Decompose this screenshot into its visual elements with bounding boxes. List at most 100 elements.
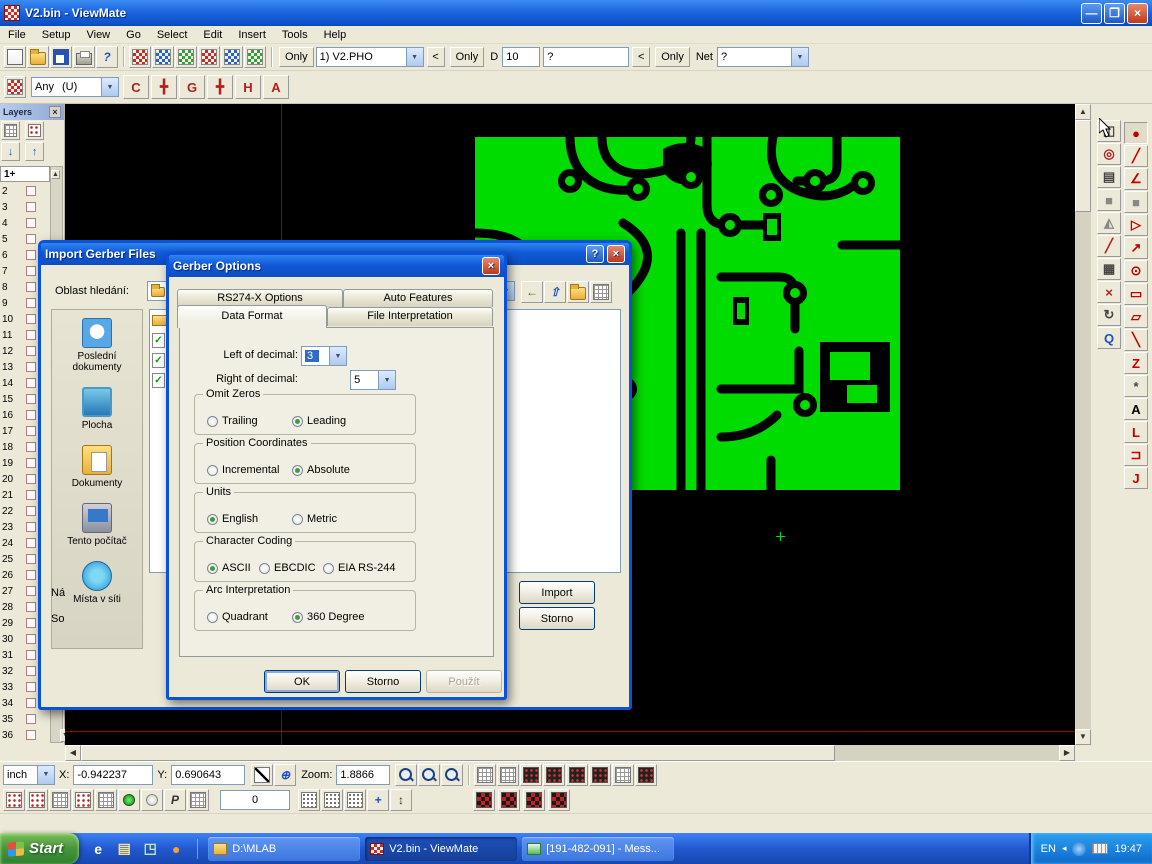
highlight-select-button[interactable]: H bbox=[235, 75, 261, 99]
new-document-icon[interactable] bbox=[4, 46, 26, 68]
taskbar-task[interactable]: [191-482-091] - Mess... bbox=[522, 837, 674, 861]
layer-swatch[interactable] bbox=[26, 346, 36, 356]
layer-row[interactable]: 35 bbox=[0, 711, 50, 727]
highlight-dcode-icon[interactable] bbox=[221, 46, 243, 68]
polygon-tool[interactable]: ▷ bbox=[1124, 214, 1148, 236]
status-green-icon[interactable] bbox=[118, 789, 140, 811]
table-tool[interactable]: ▤ bbox=[1097, 166, 1121, 188]
report-grid-icon[interactable] bbox=[635, 764, 657, 786]
layer-color-icon[interactable] bbox=[26, 789, 48, 811]
snap-grid-fine-icon[interactable] bbox=[321, 789, 343, 811]
layer-swatch[interactable] bbox=[26, 218, 36, 228]
blink-layer-4-icon[interactable] bbox=[548, 789, 570, 811]
zoom-point-icon[interactable] bbox=[418, 764, 440, 786]
unit-combo-arrow-icon[interactable]: ▼ bbox=[37, 766, 54, 784]
place-dokumenty[interactable]: Dokumenty bbox=[54, 445, 140, 489]
tray-app-icon[interactable] bbox=[1072, 842, 1086, 856]
browser-quicklaunch-icon[interactable]: ● bbox=[167, 840, 185, 858]
radio-eia-rs-244[interactable]: EIA RS-244 bbox=[323, 562, 395, 574]
hook-tool[interactable]: J bbox=[1124, 467, 1148, 489]
pad-table-icon[interactable] bbox=[566, 764, 588, 786]
tab-data-format[interactable]: Data Format bbox=[177, 305, 327, 328]
layer-swatch[interactable] bbox=[26, 314, 36, 324]
zoom-in-icon[interactable] bbox=[395, 764, 417, 786]
import-close-button[interactable]: × bbox=[607, 245, 625, 263]
blink-layer-3-icon[interactable] bbox=[523, 789, 545, 811]
dcode-flash-icon[interactable] bbox=[72, 789, 94, 811]
layer-prev-button[interactable]: < bbox=[427, 47, 445, 67]
vertical-scroll-thumb[interactable] bbox=[1075, 120, 1091, 212]
layer-swatch[interactable] bbox=[26, 282, 36, 292]
star-tool[interactable]: * bbox=[1124, 375, 1148, 397]
rotate-tool[interactable]: ↻ bbox=[1097, 304, 1121, 326]
new-folder-icon[interactable] bbox=[567, 281, 589, 303]
layer-row[interactable]: 2 bbox=[0, 183, 50, 199]
place-plocha[interactable]: Plocha bbox=[54, 387, 140, 431]
layers-table-button[interactable] bbox=[1, 121, 20, 140]
zoom-window-icon[interactable] bbox=[441, 764, 463, 786]
place-m-sta-v-s-ti[interactable]: Místa v síti bbox=[54, 561, 140, 605]
views-icon[interactable] bbox=[590, 281, 612, 303]
layer-down-button[interactable]: ↓ bbox=[1, 142, 20, 161]
draw-line-tool[interactable]: ╱ bbox=[1124, 145, 1148, 167]
horizontal-scrollbar[interactable]: ◀ ▶ bbox=[65, 745, 1075, 761]
layer-grid-icon[interactable] bbox=[612, 764, 634, 786]
dcode-table-icon[interactable] bbox=[474, 764, 496, 786]
only-layer-toggle[interactable]: Only bbox=[279, 47, 314, 67]
measure-icon[interactable] bbox=[244, 46, 266, 68]
layer-swatch[interactable] bbox=[26, 538, 36, 548]
menu-insert[interactable]: Insert bbox=[230, 27, 274, 43]
layer-visibility-icon[interactable] bbox=[3, 789, 25, 811]
film-icon[interactable] bbox=[49, 789, 71, 811]
context-help-icon[interactable]: ? bbox=[96, 46, 118, 68]
layer-swatch[interactable] bbox=[26, 730, 36, 740]
menu-help[interactable]: Help bbox=[316, 27, 355, 43]
layer-swatch[interactable] bbox=[26, 602, 36, 612]
layer-swatch[interactable] bbox=[26, 234, 36, 244]
tab-auto-features[interactable]: Auto Features bbox=[343, 289, 493, 307]
layer-swatch[interactable] bbox=[26, 634, 36, 644]
layer-swatch[interactable] bbox=[26, 266, 36, 276]
open-folder-icon[interactable] bbox=[27, 46, 49, 68]
query-tool[interactable]: Q bbox=[1097, 327, 1121, 349]
only-dcode-toggle[interactable]: Only bbox=[450, 47, 485, 67]
save-icon[interactable] bbox=[50, 46, 72, 68]
zigzag-tool[interactable]: Z bbox=[1124, 352, 1148, 374]
net-table-icon[interactable] bbox=[520, 764, 542, 786]
layer-swatch[interactable] bbox=[26, 714, 36, 724]
layer-swatch[interactable] bbox=[26, 410, 36, 420]
flash-pad-tool[interactable]: ● bbox=[1124, 122, 1148, 144]
layer-swatch[interactable] bbox=[26, 458, 36, 468]
aperture-select-button[interactable]: A bbox=[263, 75, 289, 99]
radio-english[interactable]: English bbox=[207, 513, 292, 525]
trace-mode-icon[interactable] bbox=[95, 789, 117, 811]
cancel-button[interactable]: Storno bbox=[345, 670, 421, 693]
close-button[interactable]: × bbox=[1127, 3, 1148, 24]
layer-table-icon[interactable] bbox=[175, 46, 197, 68]
radio-incremental[interactable]: Incremental bbox=[207, 464, 292, 476]
layer-swatch[interactable] bbox=[26, 490, 36, 500]
layer-swatch[interactable] bbox=[26, 330, 36, 340]
delete-tool[interactable]: × bbox=[1097, 281, 1121, 303]
menu-setup[interactable]: Setup bbox=[34, 27, 79, 43]
dcode-prev-button[interactable]: < bbox=[632, 47, 650, 67]
layer-swatch[interactable] bbox=[26, 506, 36, 516]
layer-swatch[interactable] bbox=[26, 618, 36, 628]
layer-up-button[interactable]: ↑ bbox=[25, 142, 44, 161]
layers-color-button[interactable] bbox=[25, 121, 44, 140]
circle-select-button[interactable]: C bbox=[123, 75, 149, 99]
center-select-button[interactable]: ╋ bbox=[207, 75, 233, 99]
target-tool[interactable]: ◎ bbox=[1097, 143, 1121, 165]
scroll-right-icon[interactable]: ▶ bbox=[1059, 745, 1075, 761]
blink-layer-2-icon[interactable] bbox=[498, 789, 520, 811]
filter-combo-arrow-icon[interactable]: ▼ bbox=[101, 78, 118, 96]
layer-swatch[interactable] bbox=[26, 682, 36, 692]
scroll-up-icon[interactable]: ▲ bbox=[1075, 104, 1091, 120]
crosshair-select-button[interactable]: ╋ bbox=[151, 75, 177, 99]
vertical-scrollbar[interactable]: ▲ ▼ bbox=[1075, 104, 1091, 745]
status-white-icon[interactable] bbox=[141, 789, 163, 811]
restore-button[interactable]: ❐ bbox=[1104, 3, 1125, 24]
aperture-table-icon[interactable] bbox=[152, 46, 174, 68]
scroll-left-icon[interactable]: ◀ bbox=[65, 745, 81, 761]
filled-rect-tool[interactable]: ■ bbox=[1124, 191, 1148, 213]
